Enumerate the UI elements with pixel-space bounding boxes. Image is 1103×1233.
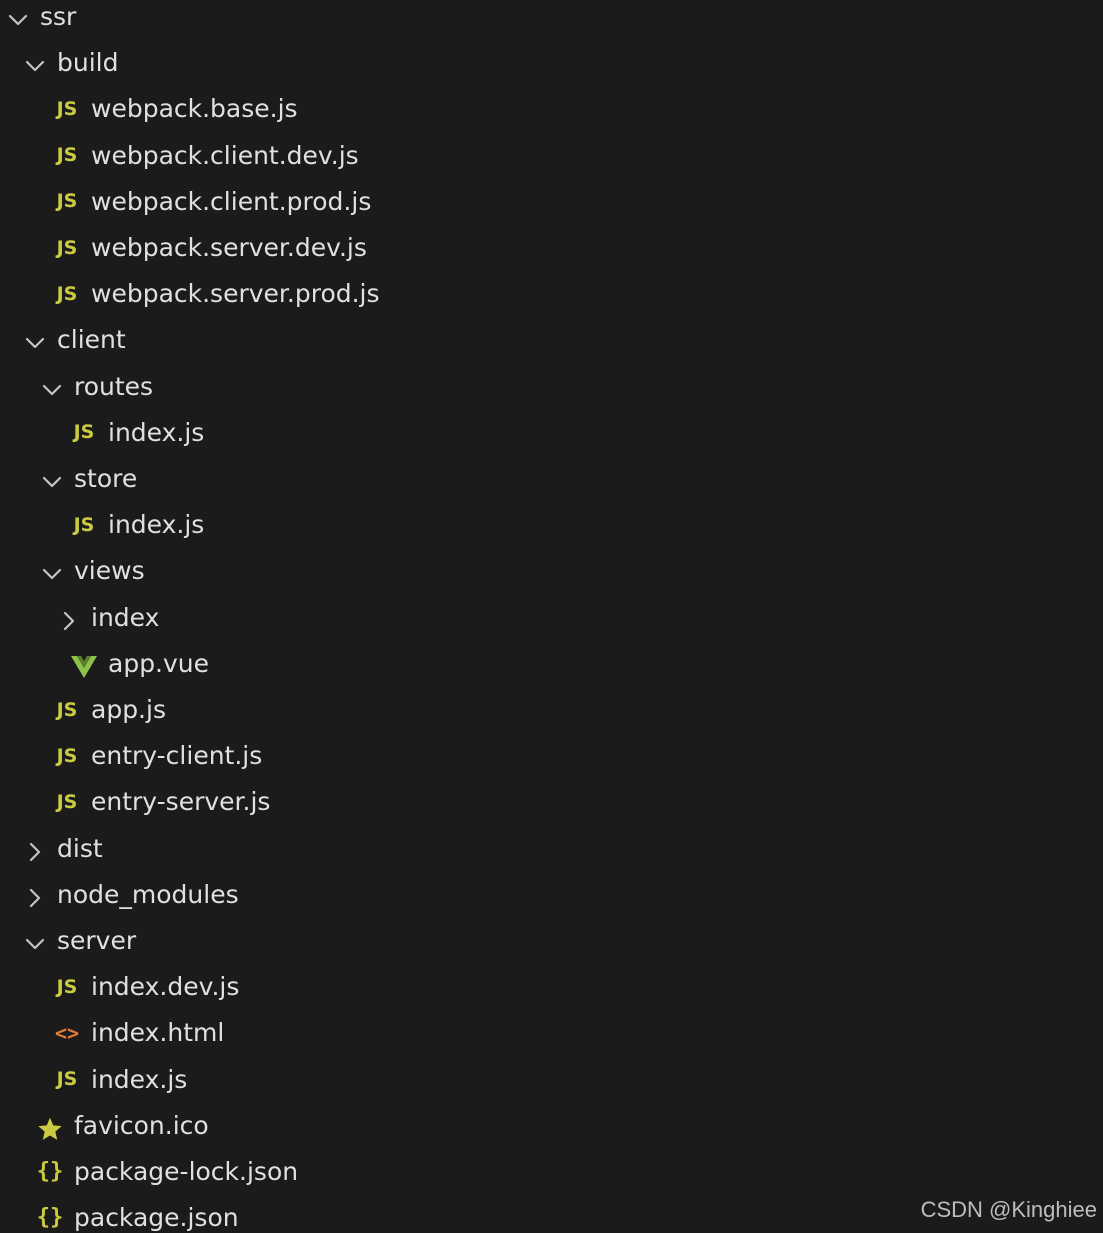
chevron-down-icon[interactable] — [6, 0, 30, 43]
js-icon: JS — [56, 790, 78, 813]
folder-name: views — [74, 556, 145, 586]
file-name: webpack.server.dev.js — [91, 233, 367, 262]
folder-name: build — [57, 48, 119, 78]
js-icon: JS — [56, 190, 78, 213]
star-icon — [36, 1106, 64, 1152]
file-row-webpack-base-js[interactable]: JS webpack.base.js — [0, 89, 1103, 135]
folder-name: routes — [74, 371, 154, 401]
folder-row-node-modules[interactable]: node_modules — [0, 875, 1103, 921]
js-icon: JS — [56, 144, 78, 167]
file-row-index-js[interactable]: JS index.js — [0, 505, 1103, 551]
chevron-down-icon[interactable] — [40, 367, 64, 413]
json-icon: {} — [36, 1159, 64, 1184]
folder-row-store[interactable]: store — [0, 459, 1103, 505]
file-row-app-vue[interactable]: app.vue — [0, 644, 1103, 690]
folder-row-server[interactable]: server — [0, 921, 1103, 967]
folder-row-index[interactable]: index — [0, 598, 1103, 644]
js-icon: JS — [56, 97, 78, 120]
folder-name: client — [57, 325, 126, 355]
file-name: webpack.base.js — [91, 94, 298, 124]
file-name: webpack.client.prod.js — [91, 186, 372, 216]
file-row-package-lock-json[interactable]: {} package-lock.json — [0, 1152, 1103, 1198]
chevron-down-icon[interactable] — [40, 551, 64, 597]
folder-name: node_modules — [57, 879, 239, 909]
folder-name: ssr — [40, 2, 77, 31]
js-icon: JS — [73, 421, 95, 444]
file-name: webpack.server.prod.js — [91, 279, 380, 309]
file-name: index.js — [91, 1064, 188, 1094]
chevron-down-icon[interactable] — [23, 43, 47, 89]
js-icon: JS — [73, 513, 95, 536]
file-row-index-html[interactable]: <> index.html — [0, 1013, 1103, 1059]
folder-name: server — [57, 926, 137, 955]
file-name: package-lock.json — [74, 1157, 299, 1186]
file-explorer-tree: ssr build JS webpack.base.js JS webpack.clien… — [0, 0, 1103, 1233]
file-name: webpack.client.dev.js — [91, 140, 359, 170]
file-row-entry-server-js[interactable]: JS entry-server.js — [0, 782, 1103, 828]
chevron-down-icon[interactable] — [23, 921, 47, 967]
js-icon: JS — [56, 698, 78, 721]
js-icon: JS — [56, 975, 78, 998]
chevron-right-icon[interactable] — [23, 875, 47, 921]
file-name: index.js — [108, 417, 205, 447]
file-row-index-dev-js[interactable]: JS index.dev.js — [0, 967, 1103, 1013]
file-row-favicon-ico[interactable]: favicon.ico — [0, 1106, 1103, 1152]
js-icon: JS — [56, 282, 78, 305]
file-name: index.js — [108, 510, 205, 540]
chevron-down-icon[interactable] — [23, 320, 47, 366]
folder-row-routes[interactable]: routes — [0, 367, 1103, 413]
folder-row-views[interactable]: views — [0, 551, 1103, 597]
file-name: entry-client.js — [91, 741, 263, 771]
folder-row-dist[interactable]: dist — [0, 829, 1103, 875]
chevron-right-icon[interactable] — [57, 598, 81, 644]
file-row-entry-client-js[interactable]: JS entry-client.js — [0, 736, 1103, 782]
file-name: app.js — [91, 695, 166, 724]
file-row-webpack-client-prod-js[interactable]: JS webpack.client.prod.js — [0, 182, 1103, 228]
file-name: index.html — [91, 1018, 225, 1048]
folder-name: index — [91, 602, 160, 632]
file-row-webpack-client-dev-js[interactable]: JS webpack.client.dev.js — [0, 136, 1103, 182]
chevron-right-icon[interactable] — [23, 829, 47, 875]
vue-icon — [70, 644, 98, 690]
chevron-down-icon[interactable] — [40, 459, 64, 505]
js-icon: JS — [56, 236, 78, 259]
file-name: app.vue — [108, 648, 210, 678]
folder-row-client[interactable]: client — [0, 320, 1103, 366]
file-row-webpack-server-prod-js[interactable]: JS webpack.server.prod.js — [0, 274, 1103, 320]
file-name: favicon.ico — [74, 1110, 209, 1140]
js-icon: JS — [56, 744, 78, 767]
file-row-app-js[interactable]: JS app.js — [0, 690, 1103, 736]
folder-row-build[interactable]: build — [0, 43, 1103, 89]
html-icon: <> — [54, 1021, 80, 1046]
file-name: index.dev.js — [91, 972, 240, 1002]
folder-row-ssr[interactable]: ssr — [0, 0, 1103, 43]
file-row-index-js[interactable]: JS index.js — [0, 413, 1103, 459]
folder-name: dist — [57, 833, 103, 863]
json-icon: {} — [36, 1205, 64, 1231]
js-icon: JS — [56, 1068, 78, 1091]
file-name: entry-server.js — [91, 787, 271, 817]
file-name: package.json — [74, 1203, 239, 1233]
file-row-webpack-server-dev-js[interactable]: JS webpack.server.dev.js — [0, 228, 1103, 274]
file-row-index-js[interactable]: JS index.js — [0, 1060, 1103, 1106]
watermark-text: CSDN @Kinghiee — [920, 1197, 1097, 1222]
folder-name: store — [74, 464, 138, 493]
